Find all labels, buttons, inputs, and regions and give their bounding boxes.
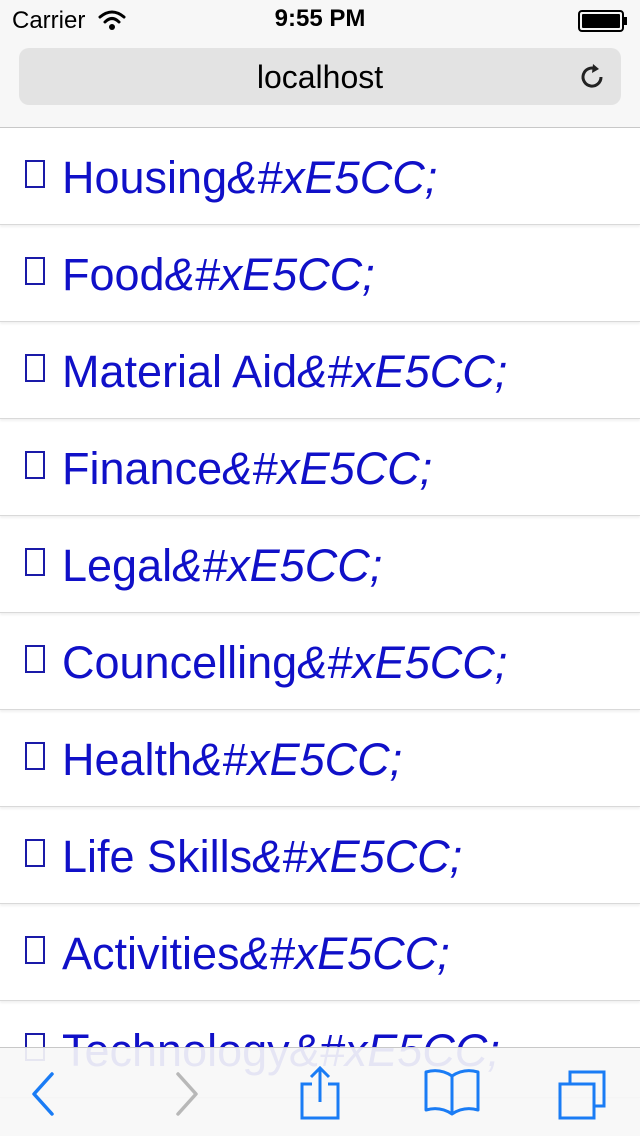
missing-glyph-icon xyxy=(25,354,45,382)
status-time: 9:55 PM xyxy=(274,5,366,32)
tabs-icon[interactable] xyxy=(556,1066,616,1122)
list-item[interactable]: Councelling&#xE5CC; xyxy=(0,613,640,710)
list-item[interactable]: Activities&#xE5CC; xyxy=(0,904,640,1001)
list-item-label[interactable]: Housing&#xE5CC; xyxy=(62,152,437,204)
list-item[interactable]: Material Aid&#xE5CC; xyxy=(0,322,640,419)
list-item[interactable]: Finance&#xE5CC; xyxy=(0,419,640,516)
missing-glyph-icon xyxy=(25,257,45,285)
list-item-label[interactable]: Life Skills&#xE5CC; xyxy=(62,831,462,883)
missing-glyph-icon xyxy=(25,645,45,673)
list-item[interactable]: Life Skills&#xE5CC; xyxy=(0,807,640,904)
list-item-label[interactable]: Legal&#xE5CC; xyxy=(62,540,382,592)
list-item-label[interactable]: Material Aid&#xE5CC; xyxy=(62,346,507,398)
missing-glyph-icon xyxy=(25,936,45,964)
bookmarks-icon[interactable] xyxy=(422,1066,482,1122)
battery-icon xyxy=(578,10,628,32)
browser-toolbar xyxy=(0,1047,640,1136)
list-item[interactable]: Health&#xE5CC; xyxy=(0,710,640,807)
browser-top-bar: Carrier 9:55 PM localhost xyxy=(0,0,640,128)
list-item-label[interactable]: Activities&#xE5CC; xyxy=(62,928,450,980)
back-icon[interactable] xyxy=(14,1066,74,1122)
missing-glyph-icon xyxy=(25,742,45,770)
reload-icon[interactable] xyxy=(577,62,607,92)
status-bar: Carrier 9:55 PM xyxy=(0,0,640,40)
forward-icon xyxy=(156,1066,216,1122)
list-item-label[interactable]: Finance&#xE5CC; xyxy=(62,443,432,495)
list-item[interactable]: Legal&#xE5CC; xyxy=(0,516,640,613)
list-item[interactable]: Food&#xE5CC; xyxy=(0,225,640,322)
address-bar[interactable]: localhost xyxy=(19,48,621,105)
address-host: localhost xyxy=(256,59,384,95)
list-item-label[interactable]: Food&#xE5CC; xyxy=(62,249,375,301)
list-item[interactable]: Housing&#xE5CC; xyxy=(0,128,640,225)
missing-glyph-icon xyxy=(25,839,45,867)
missing-glyph-icon xyxy=(25,548,45,576)
list-item-label[interactable]: Health&#xE5CC; xyxy=(62,734,402,786)
missing-glyph-icon xyxy=(25,451,45,479)
category-list: Housing&#xE5CC; Food&#xE5CC; Material Ai… xyxy=(0,128,640,1098)
list-item-label[interactable]: Councelling&#xE5CC; xyxy=(62,637,507,689)
share-icon[interactable] xyxy=(290,1065,350,1122)
missing-glyph-icon xyxy=(25,160,45,188)
